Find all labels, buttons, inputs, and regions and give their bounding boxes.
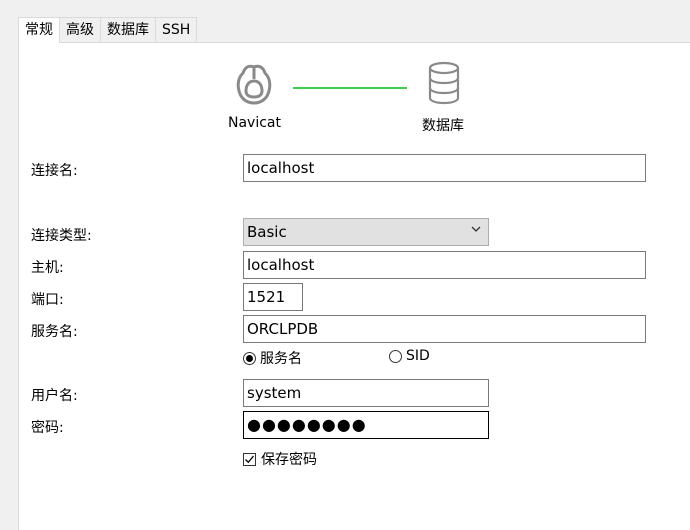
tab-bar: 常规 高级 数据库 SSH [18, 17, 198, 43]
save-password-checkbox[interactable]: 保存密码 [243, 449, 317, 469]
connection-name-input[interactable]: localhost [243, 154, 646, 182]
username-label: 用户名: [31, 388, 78, 404]
tab-database[interactable]: 数据库 [100, 17, 156, 41]
connection-name-label: 连接名: [31, 163, 78, 179]
password-label: 密码: [31, 420, 64, 436]
host-input[interactable]: localhost [243, 251, 646, 279]
host-label: 主机: [31, 260, 64, 276]
save-password-label: 保存密码 [261, 452, 317, 468]
tab-advanced[interactable]: 高级 [59, 17, 101, 41]
chevron-down-icon [471, 226, 481, 232]
radio-sid-label: SID [406, 348, 430, 364]
radio-service-name-dot [243, 351, 256, 365]
tab-general[interactable]: 常规 [18, 17, 60, 43]
connection-type-select[interactable]: Basic [243, 218, 489, 246]
tab-ssh[interactable]: SSH [155, 17, 198, 41]
password-input[interactable]: ●●●●●●●● [243, 411, 489, 439]
port-input[interactable]: 1521 [243, 283, 303, 311]
port-label: 端口: [31, 292, 64, 308]
checkbox-box [243, 452, 256, 466]
connection-type-value: Basic [247, 223, 287, 241]
username-input[interactable]: system [243, 379, 489, 407]
checkmark-icon [245, 455, 255, 463]
database-icon [428, 61, 460, 105]
radio-sid[interactable]: SID [389, 348, 430, 364]
service-name-label: 服务名: [31, 324, 78, 340]
general-panel: Navicat 数据库 连接名: localhost 连接类型: Basic 主… [18, 42, 690, 530]
service-name-input[interactable]: ORCLPDB [243, 315, 646, 343]
radio-service-name-label: 服务名 [260, 351, 302, 367]
connection-line [293, 87, 407, 89]
radio-sid-dot [389, 349, 402, 363]
navicat-logo-icon [236, 64, 272, 105]
connection-type-label: 连接类型: [31, 228, 92, 244]
radio-service-name[interactable]: 服务名 [243, 348, 302, 368]
database-label: 数据库 [422, 118, 464, 134]
navicat-label: Navicat [228, 115, 281, 131]
